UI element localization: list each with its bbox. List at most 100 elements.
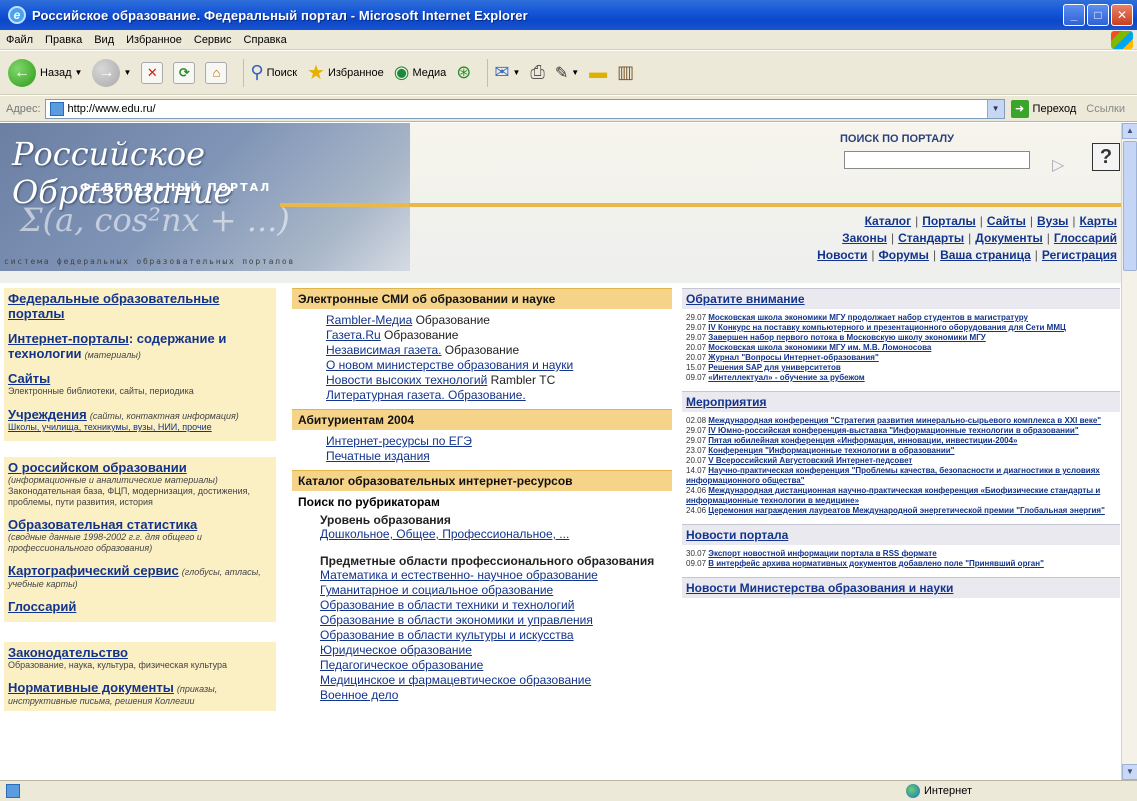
menu-file[interactable]: Файл xyxy=(6,34,33,46)
news-link[interactable]: Московская школа экономики МГУ им. М.В. … xyxy=(708,343,931,352)
address-input[interactable]: http://www.edu.ru/ ▼ xyxy=(44,98,1005,119)
link-legislation[interactable]: Законодательство xyxy=(8,645,272,660)
address-dropdown-icon[interactable]: ▼ xyxy=(986,99,1004,118)
event-link[interactable]: Международная конференция "Стратегия раз… xyxy=(708,416,1101,425)
scroll-up-icon[interactable]: ▲ xyxy=(1122,123,1137,139)
link-institutions[interactable]: Учреждения xyxy=(8,407,87,422)
print-icon[interactable]: ⎙ xyxy=(530,62,544,83)
events-heading[interactable]: Мероприятия xyxy=(682,391,1120,412)
search-button[interactable]: ⚲ Поиск xyxy=(250,62,297,83)
scroll-down-icon[interactable]: ▼ xyxy=(1122,764,1137,780)
link-inet-portals[interactable]: Интернет-порталы xyxy=(8,331,129,346)
subject-link[interactable]: Военное дело xyxy=(320,688,398,702)
dropdown-arrow-icon[interactable]: ▼ xyxy=(512,68,520,77)
ministry-news-heading[interactable]: Новости Министерства образования и науки xyxy=(682,577,1120,598)
forward-button[interactable]: → ▼ xyxy=(92,58,131,87)
home-icon[interactable]: ⌂ xyxy=(205,61,228,84)
link-cartography[interactable]: Картографический сервис xyxy=(8,563,179,578)
nav-glossary[interactable]: Глоссарий xyxy=(1054,231,1117,245)
stop-icon[interactable]: ✕ xyxy=(141,61,164,84)
smi-link[interactable]: Газета.Ru xyxy=(326,328,381,342)
event-link[interactable]: Пятая юбилейная конференция «Информация,… xyxy=(708,436,1017,445)
dropdown-arrow-icon[interactable]: ▼ xyxy=(123,68,131,77)
institutions-links[interactable]: Школы, училища, техникумы, вузы, НИИ, пр… xyxy=(8,422,272,433)
dropdown-arrow-icon[interactable]: ▼ xyxy=(571,68,579,77)
dropdown-arrow-icon[interactable]: ▼ xyxy=(75,68,83,77)
attention-heading[interactable]: Обратите внимание xyxy=(682,288,1120,309)
subject-link[interactable]: Образование в области экономики и управл… xyxy=(320,613,593,627)
news-link[interactable]: Экспорт новостной информации портала в R… xyxy=(708,549,936,558)
minimize-button[interactable]: _ xyxy=(1063,4,1085,26)
close-button[interactable]: ✕ xyxy=(1111,4,1133,26)
smi-link[interactable]: Rambler-Медиа xyxy=(326,313,412,327)
link-ru-edu[interactable]: О российском образовании xyxy=(8,460,272,475)
nav-registration[interactable]: Регистрация xyxy=(1042,248,1117,262)
link-sites[interactable]: Сайты xyxy=(8,371,272,386)
event-link[interactable]: IV Юмно-российская конференция-выставка … xyxy=(708,426,1078,435)
smi-link[interactable]: Независимая газета. xyxy=(326,343,441,357)
news-link[interactable]: Решения SAP для университетов xyxy=(708,363,841,372)
menu-favorites[interactable]: Избранное xyxy=(126,34,182,46)
link-fed-portals[interactable]: Федеральные образовательные порталы xyxy=(8,291,272,321)
history-icon[interactable]: ⊛ xyxy=(456,62,471,83)
links-button[interactable]: Ссылки xyxy=(1086,103,1125,115)
smi-link[interactable]: Литературная газета. Образование. xyxy=(326,388,526,402)
messenger-icon[interactable]: ▥ xyxy=(617,62,634,83)
menu-help[interactable]: Справка xyxy=(244,34,287,46)
portal-news-heading[interactable]: Новости портала xyxy=(682,524,1120,545)
maximize-button[interactable]: □ xyxy=(1087,4,1109,26)
news-link[interactable]: Завершен набор первого потока в Московск… xyxy=(708,333,985,342)
back-button[interactable]: ← Назад ▼ xyxy=(8,58,83,87)
subject-link[interactable]: Гуманитарное и социальное образование xyxy=(320,583,553,597)
subject-link[interactable]: Образование в области техники и технолог… xyxy=(320,598,574,612)
favorites-button[interactable]: ★ Избранное xyxy=(307,60,384,85)
logo-panel[interactable]: Российское Образование ФЕДЕРАЛЬНЫЙ ПОРТА… xyxy=(0,123,410,271)
event-link[interactable]: Конференция "Информационные технологии в… xyxy=(708,446,954,455)
nav-laws[interactable]: Законы xyxy=(842,231,887,245)
menu-edit[interactable]: Правка xyxy=(45,34,82,46)
media-button[interactable]: ◉ Медиа xyxy=(394,62,447,83)
nav-your-page[interactable]: Ваша страница xyxy=(940,248,1031,262)
nav-sites[interactable]: Сайты xyxy=(987,214,1026,228)
smi-link[interactable]: О новом министерстве образования и науки xyxy=(326,358,573,372)
link-normative[interactable]: Нормативные документы xyxy=(8,680,174,695)
news-link[interactable]: Московская школа экономики МГУ продолжае… xyxy=(708,313,1028,322)
help-button[interactable]: ? xyxy=(1092,143,1120,171)
go-button[interactable]: ➜ Переход xyxy=(1010,99,1076,118)
level-links[interactable]: Дошкольное, Общее, Профессиональное, ... xyxy=(320,527,569,541)
event-link[interactable]: Международная дистанционная научно-практ… xyxy=(686,486,1100,505)
event-link[interactable]: Научно-практическая конференция "Проблем… xyxy=(686,466,1100,485)
subject-link[interactable]: Юридическое образование xyxy=(320,643,472,657)
subject-link[interactable]: Педагогическое образование xyxy=(320,658,483,672)
abit-link-print[interactable]: Печатные издания xyxy=(326,449,430,463)
news-link[interactable]: IV Конкурс на поставку компьютерного и п… xyxy=(708,323,1066,332)
subject-link[interactable]: Образование в области культуры и искусст… xyxy=(320,628,574,642)
link-stats[interactable]: Образовательная статистика xyxy=(8,517,272,532)
menu-tools[interactable]: Сервис xyxy=(194,34,232,46)
window-titlebar[interactable]: e Российское образование. Федеральный по… xyxy=(0,0,1137,30)
search-go-icon[interactable]: ▷ xyxy=(1052,155,1064,175)
abit-link-ege[interactable]: Интернет-ресурсы по ЕГЭ xyxy=(326,434,472,448)
vertical-scrollbar[interactable]: ▲ ▼ xyxy=(1121,123,1137,780)
event-link[interactable]: V Всероссийский Августовский Интернет-пе… xyxy=(708,456,912,465)
portal-search-input[interactable] xyxy=(844,151,1030,169)
subject-link[interactable]: Медицинское и фармацевтическое образован… xyxy=(320,673,591,687)
nav-portals[interactable]: Порталы xyxy=(922,214,976,228)
news-link[interactable]: Журнал "Вопросы Интернет-образования" xyxy=(708,353,879,362)
nav-forums[interactable]: Форумы xyxy=(879,248,929,262)
link-glossary[interactable]: Глоссарий xyxy=(8,599,272,614)
subject-link[interactable]: Математика и естественно- научное образо… xyxy=(320,568,598,582)
news-link[interactable]: В интерфейс архива нормативных документо… xyxy=(708,559,1044,568)
nav-maps[interactable]: Карты xyxy=(1080,214,1117,228)
edit-icon[interactable]: ✎ xyxy=(555,63,568,83)
news-link[interactable]: «Интеллектуал» - обучение за рубежом xyxy=(708,373,864,382)
nav-news[interactable]: Новости xyxy=(817,248,867,262)
nav-documents[interactable]: Документы xyxy=(975,231,1042,245)
mail-icon[interactable]: ✉ xyxy=(494,62,509,83)
nav-standards[interactable]: Стандарты xyxy=(898,231,964,245)
event-link[interactable]: Церемония награждения лауреатов Междунар… xyxy=(708,506,1105,515)
scroll-thumb[interactable] xyxy=(1123,141,1137,271)
smi-link[interactable]: Новости высоких технологий xyxy=(326,373,487,387)
folder-icon[interactable]: ▬ xyxy=(589,62,607,83)
nav-catalog[interactable]: Каталог xyxy=(865,214,912,228)
